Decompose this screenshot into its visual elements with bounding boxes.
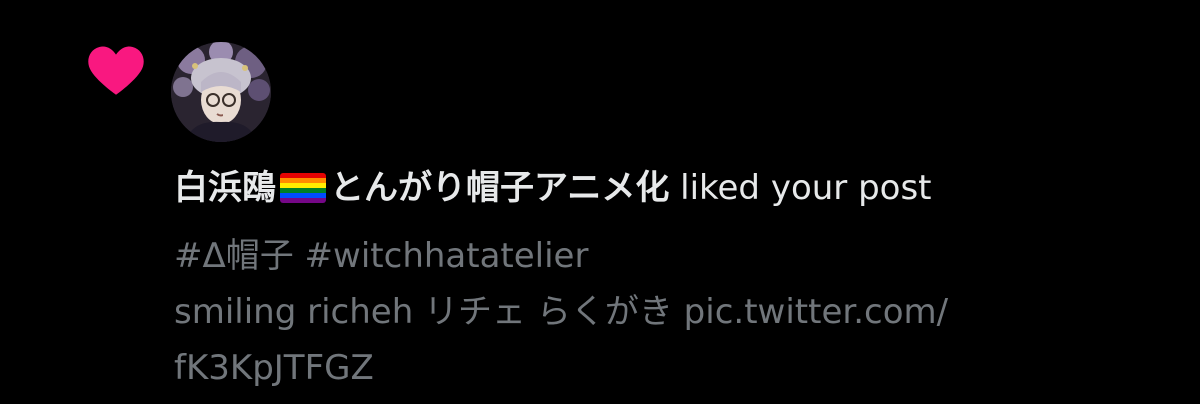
post-text-line: smiling richeh リチェ らくがき pic.twitter.com/ [174,292,949,332]
post-preview[interactable]: #Δ帽子 #witchhatatelier smiling richeh リチェ… [174,228,1184,396]
liker-name-part1[interactable]: 白浜鴎 [174,168,276,208]
liker-name-part2[interactable]: とんがり帽子アニメ化 [330,168,669,208]
avatar-illustration [171,42,271,142]
user-avatar[interactable] [171,42,271,142]
post-tags-line[interactable]: #Δ帽子 #witchhatatelier [174,228,1184,284]
liker-name[interactable]: 白浜鴎 とんがり帽子アニメ化 [174,168,669,208]
like-notification[interactable]: 白浜鴎 とんがり帽子アニメ化 liked your post #Δ帽子 #witc… [0,0,1200,404]
notification-headline: 白浜鴎 とんがり帽子アニメ化 liked your post [174,164,1184,212]
rainbow-flag-icon [280,173,326,203]
post-link-continuation[interactable]: fK3KpJTFGZ [174,340,1184,396]
action-text: liked your post [680,168,932,208]
heart-icon [88,46,144,95]
